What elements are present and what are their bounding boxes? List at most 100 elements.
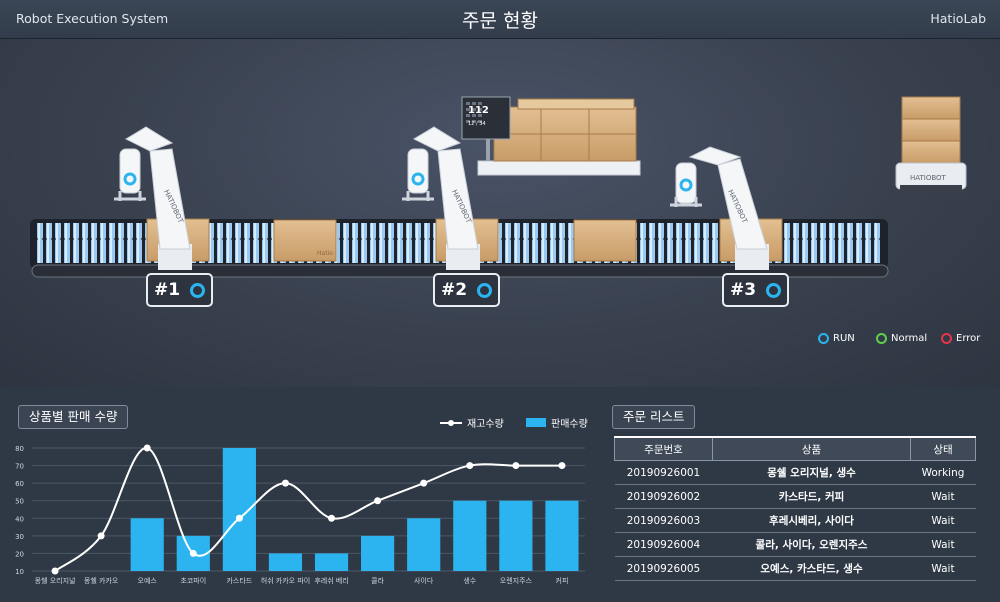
line-point <box>189 549 197 557</box>
order-product: 카스타드, 커피 <box>712 484 911 509</box>
order-status: Working <box>910 460 976 485</box>
box-brand: Hatio <box>317 250 333 257</box>
app-header: Robot Execution System 주문 현황 HatioLab <box>0 0 1000 39</box>
order-status: Wait <box>910 484 976 509</box>
legend-label: RUN <box>833 333 855 344</box>
legend-label: Error <box>956 333 981 344</box>
legend-run: RUN <box>818 333 855 344</box>
line-point <box>143 444 151 452</box>
bar <box>361 535 395 571</box>
line-point <box>328 514 336 522</box>
order-id: 20190926001 <box>614 460 713 485</box>
x-tick-label: 허쉬 카카오 파이 <box>261 576 311 585</box>
table-row[interactable]: 20190926003 후레시베리, 사이다 Wait <box>614 508 976 533</box>
robot-label-1[interactable]: #1 <box>146 273 214 307</box>
y-tick-label: 60 <box>15 480 24 488</box>
legend-bar-label: 판매수량 <box>551 419 588 430</box>
order-id: 20190926003 <box>614 508 713 533</box>
y-tick-label: 20 <box>15 550 24 558</box>
line-point <box>512 462 520 470</box>
x-tick-label: 초코파이 <box>180 576 206 585</box>
chart-title: 상품별 판매 수량 <box>18 405 129 429</box>
run-status-icon <box>477 282 493 298</box>
robot-number: #2 <box>441 280 468 300</box>
line-point <box>466 462 474 470</box>
order-id: 20190926004 <box>614 532 713 557</box>
order-status: Wait <box>910 508 976 533</box>
display-sub: 12 / 34 <box>468 121 486 127</box>
legend-error: Error <box>941 333 980 344</box>
bar <box>222 448 256 571</box>
order-status: Wait <box>910 532 976 557</box>
bar <box>453 500 487 571</box>
table-row[interactable]: 20190926001 몽쉘 오리지널, 생수 Working <box>614 460 976 485</box>
x-tick-label: 몽쉘 오리지널 <box>35 576 76 585</box>
table-row[interactable]: 20190926004 콜라, 사이다, 오렌지주스 Wait <box>614 532 976 557</box>
display-count: 112 <box>468 105 489 116</box>
order-id: 20190926002 <box>614 484 713 509</box>
order-product: 몽쉘 오리지널, 생수 <box>712 460 911 485</box>
line-point <box>97 532 105 540</box>
column-header: 상품 <box>712 436 911 461</box>
robot-number: #3 <box>730 280 757 300</box>
bar <box>130 518 164 571</box>
bar <box>314 553 349 571</box>
line-point <box>235 514 243 522</box>
run-status-icon <box>190 282 206 298</box>
robot-label-2[interactable]: #2 <box>433 273 501 307</box>
line-point <box>374 497 382 505</box>
line-point <box>558 462 566 470</box>
order-product: 오예스, 카스타드, 생수 <box>712 556 911 581</box>
x-tick-label: 사이다 <box>414 576 434 585</box>
robot-label-3[interactable]: #3 <box>722 273 790 307</box>
x-tick-label: 커피 <box>556 576 569 585</box>
y-tick-label: 70 <box>15 463 24 471</box>
line-point <box>420 479 428 487</box>
y-tick-label: 50 <box>15 498 24 506</box>
sales-chart: 10 20 30 40 50 60 70 80 몽쉘 오리지널 몽쉘 카카오 오예스 초코파이 카스타드… <box>15 444 585 585</box>
column-header: 주문번호 <box>614 436 713 461</box>
agv-brand: HATIOBOT <box>910 174 947 182</box>
table-header-row: 주문번호 상품 상태 <box>614 436 976 461</box>
x-tick-label: 생수 <box>463 576 476 585</box>
bar <box>545 500 579 571</box>
order-id: 20190926005 <box>614 556 713 581</box>
page-title: 주문 현황 <box>462 10 538 32</box>
legend-line-label: 재고수량 <box>467 419 504 430</box>
error-dot-icon <box>941 333 952 344</box>
y-tick-label: 30 <box>15 533 24 541</box>
bar <box>499 500 533 571</box>
orders-table: 주문번호 상품 상태 20190926001 몽쉘 오리지널, 생수 Working… <box>614 436 976 581</box>
y-tick-label: 10 <box>15 568 24 576</box>
bar <box>407 518 441 571</box>
chart-legend-bar: 판매수량 <box>526 415 588 430</box>
x-tick-label: 몽쉘 카카오 <box>84 576 119 585</box>
order-product: 콜라, 사이다, 오렌지주스 <box>712 532 911 557</box>
order-status: Wait <box>910 556 976 581</box>
y-tick-label: 80 <box>15 445 24 453</box>
column-header: 상태 <box>910 436 976 461</box>
bar-legend-icon <box>526 418 546 427</box>
line-point <box>281 479 289 487</box>
table-row[interactable]: 20190926002 카스타드, 커피 Wait <box>614 484 976 509</box>
x-tick-label: 오렌지주스 <box>500 576 533 585</box>
run-dot-icon <box>818 333 829 344</box>
x-tick-label: 후레쉬 베리 <box>314 576 348 585</box>
x-tick-label: 카스타드 <box>226 576 252 585</box>
table-row[interactable]: 20190926005 오예스, 카스타드, 생수 Wait <box>614 556 976 581</box>
x-tick-label: 오예스 <box>138 576 158 585</box>
orders-title: 주문 리스트 <box>612 405 696 429</box>
line-legend-icon <box>440 419 462 426</box>
bar <box>268 553 303 571</box>
run-status-icon <box>766 282 782 298</box>
robot-number: #1 <box>154 280 181 300</box>
normal-dot-icon <box>876 333 887 344</box>
y-tick-label: 40 <box>15 515 24 523</box>
legend-normal: Normal <box>876 333 927 344</box>
legend-label: Normal <box>891 333 928 344</box>
x-tick-label: 콜라 <box>371 576 384 585</box>
order-product: 후레시베리, 사이다 <box>712 508 911 533</box>
line-point <box>51 567 59 575</box>
company-name: HatioLab <box>930 11 986 26</box>
chart-legend-line: 재고수량 <box>440 415 504 430</box>
